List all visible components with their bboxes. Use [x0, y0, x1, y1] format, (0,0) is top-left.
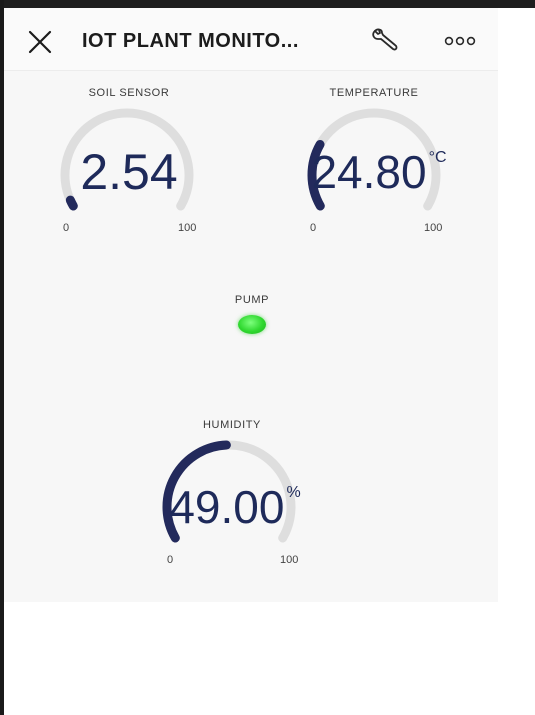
humidity-max: 100 [280, 554, 299, 566]
soil-sensor-min: 0 [63, 222, 70, 234]
right-margin [498, 8, 535, 602]
humidity-value-number: 49.00 [169, 481, 285, 533]
more-options-button[interactable] [442, 32, 478, 50]
app-bar: IOT PLANT MONITO... [4, 8, 498, 71]
temperature-title: TEMPERATURE [329, 87, 419, 99]
soil-sensor-value: 2.54 [50, 143, 210, 201]
app-screen: IOT PLANT MONITO... SOIL SENSOR 2.54 0 1… [4, 8, 498, 602]
temperature-min: 0 [310, 222, 317, 234]
pump-title: PUMP [234, 294, 270, 306]
temperature-value: 24.80 °C [294, 145, 464, 199]
blank-area [4, 602, 535, 715]
close-icon [28, 30, 52, 54]
wrench-icon [372, 28, 398, 51]
top-edge [0, 0, 535, 8]
humidity-unit: % [286, 484, 301, 501]
soil-gauge-fill [65, 195, 78, 211]
pump-status-led [238, 315, 266, 334]
soil-sensor-max: 100 [178, 222, 197, 234]
temperature-max: 100 [424, 222, 443, 234]
soil-sensor-value-number: 2.54 [80, 144, 178, 200]
temperature-value-number: 24.80 [311, 146, 427, 198]
page-title: IOT PLANT MONITO... [82, 30, 299, 52]
more-dots-icon [444, 36, 476, 46]
humidity-value: 49.00% [150, 480, 320, 534]
humidity-title: HUMIDITY [203, 419, 261, 431]
temperature-unit: °C [428, 149, 447, 166]
humidity-min: 0 [167, 554, 174, 566]
close-button[interactable] [26, 28, 54, 56]
soil-sensor-title: SOIL SENSOR [88, 87, 170, 99]
settings-button[interactable] [370, 26, 402, 56]
